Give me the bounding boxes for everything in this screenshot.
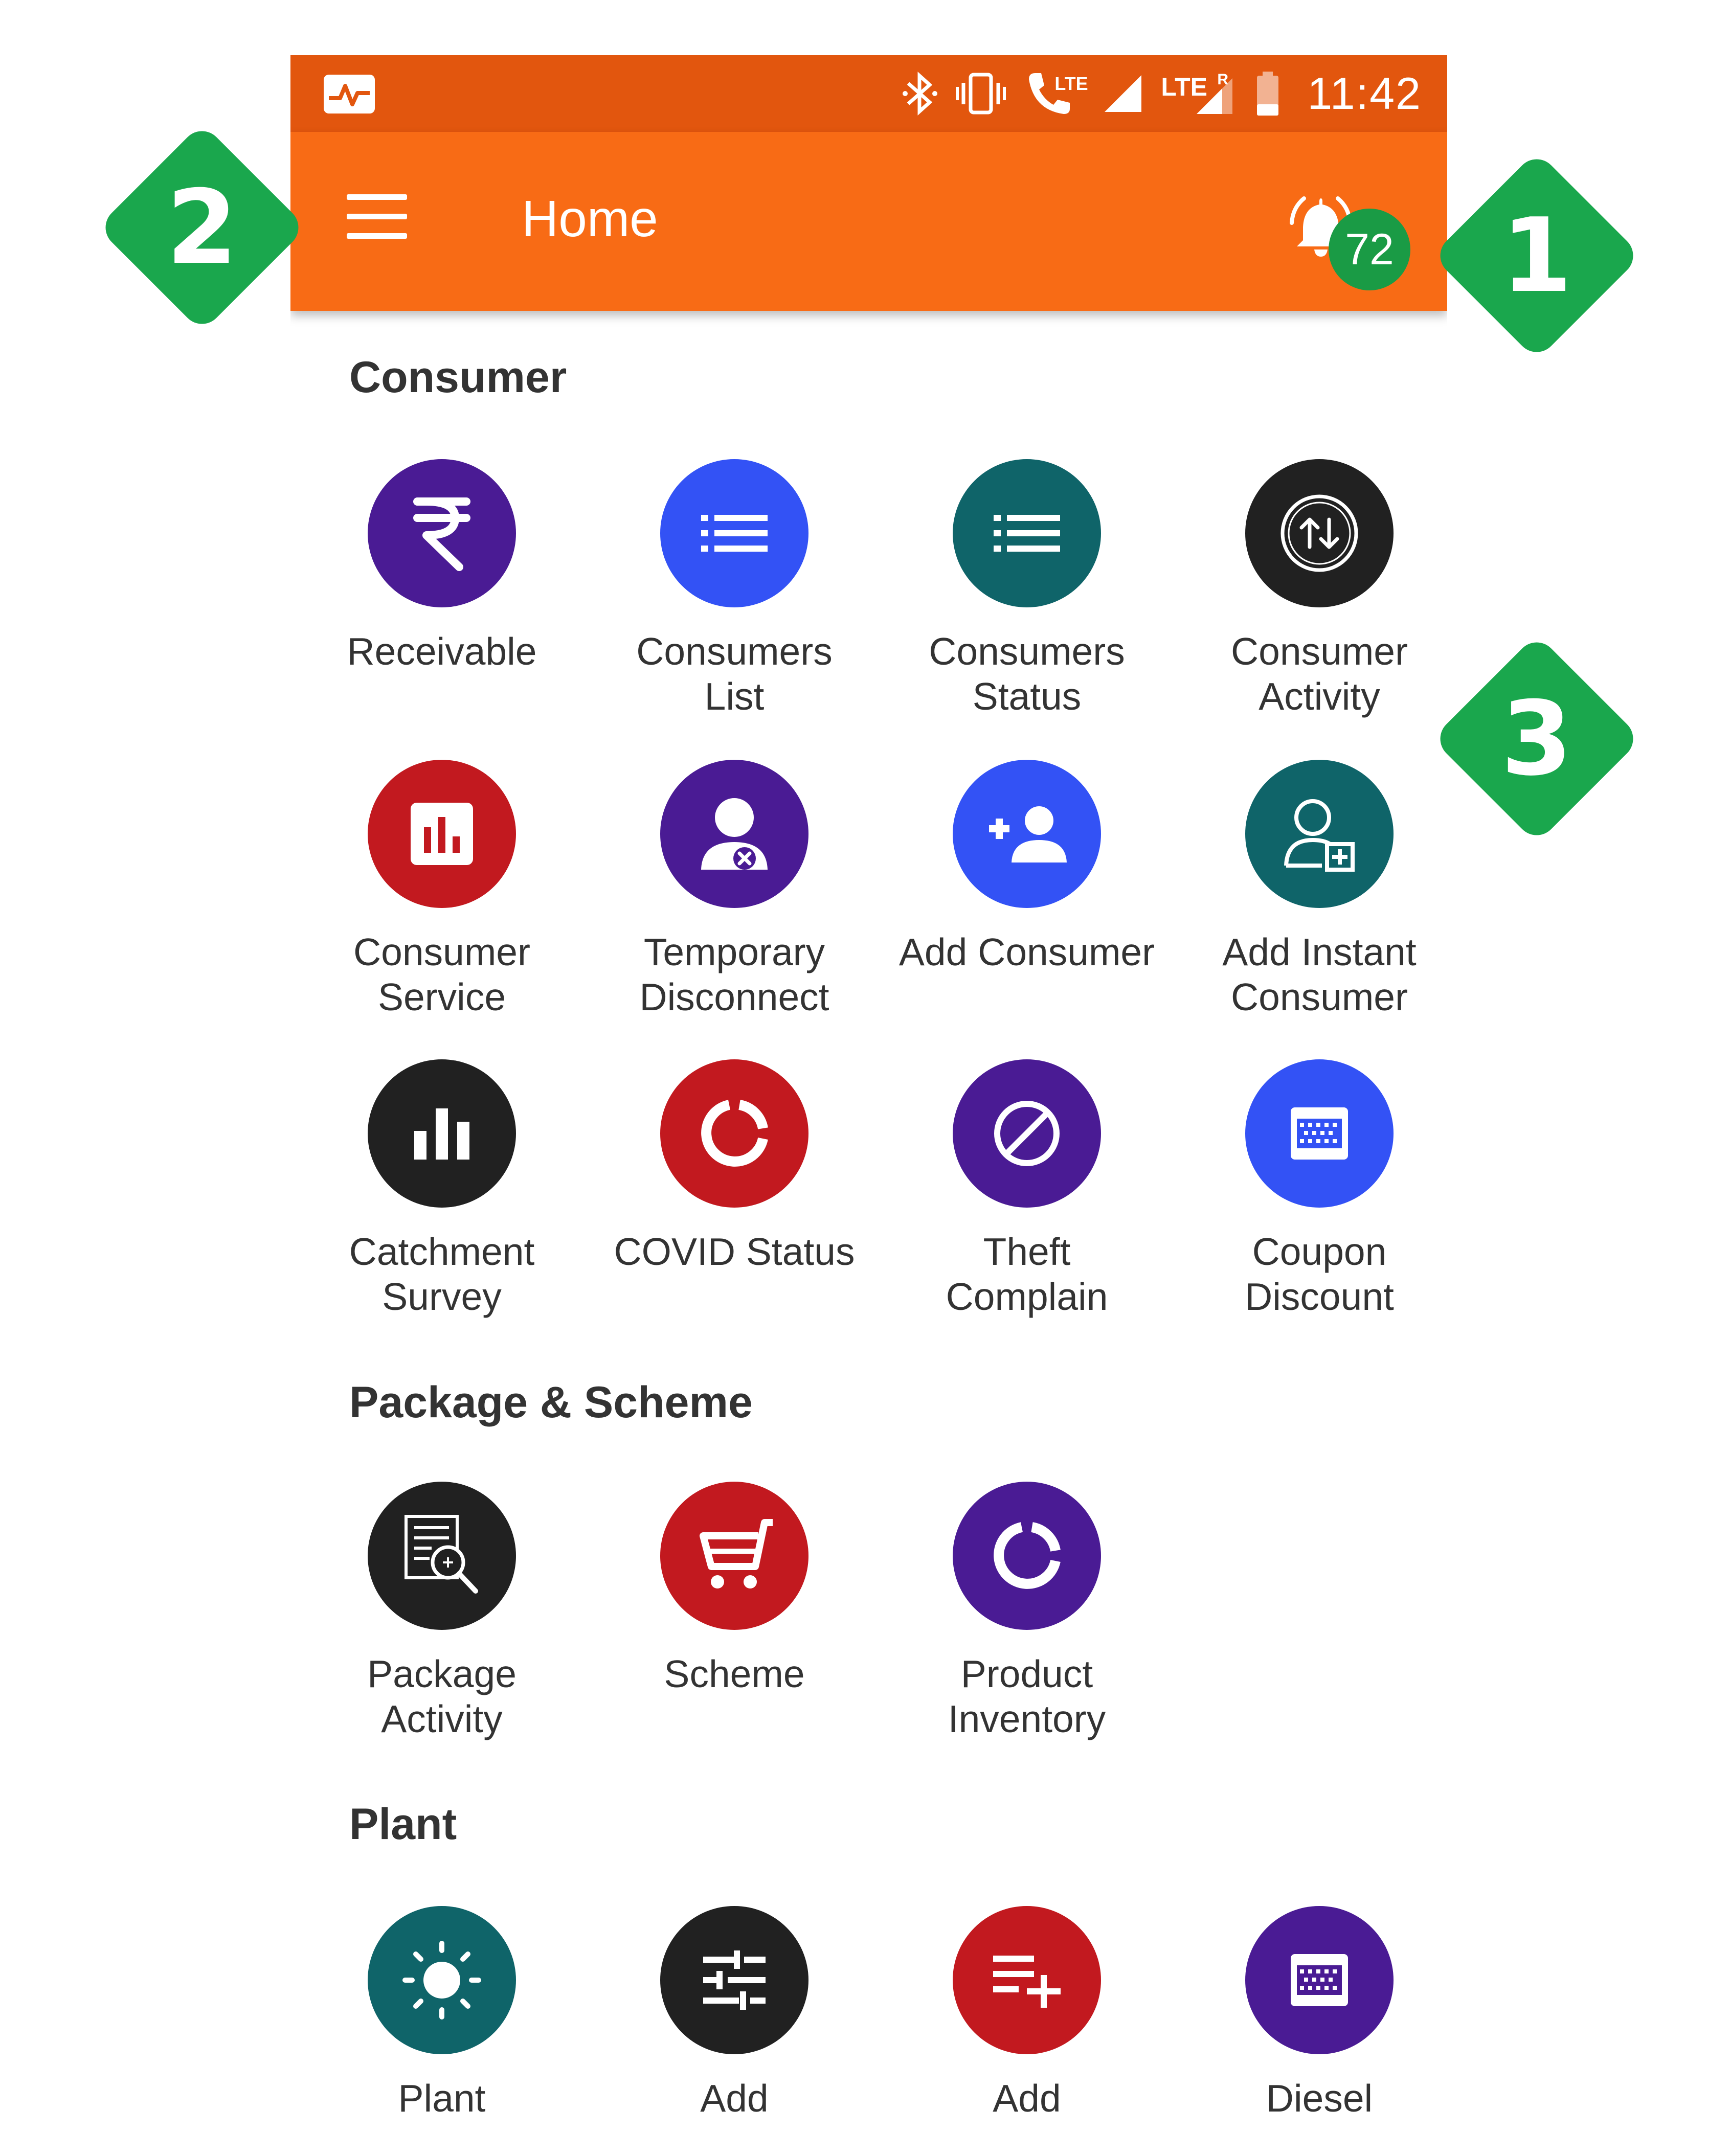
callout-number-2: 2 <box>166 168 238 287</box>
app-bar: Home 72 <box>290 132 1447 311</box>
coupon-icon <box>1245 1906 1394 2054</box>
tile-label: Add Instant Consumer <box>1222 931 1417 1018</box>
roaming-label: R <box>1217 71 1228 88</box>
tile-label: Theft Complain <box>946 1230 1108 1318</box>
playlist-add-icon <box>953 1906 1101 2054</box>
hamburger-menu-icon[interactable] <box>347 183 413 249</box>
section-title-package-scheme: Package & Scheme <box>349 1378 753 1427</box>
list-icon <box>660 459 808 607</box>
tile-label: Consumers List <box>636 630 833 718</box>
tile-temporary-disconnect[interactable]: Temporary Disconnect <box>588 760 881 1046</box>
donut-icon <box>660 1059 808 1208</box>
tile-label: Temporary Disconnect <box>639 931 829 1018</box>
add-user-icon <box>953 760 1101 908</box>
user-plus-outline-icon <box>1245 760 1394 908</box>
notification-badge[interactable]: 72 <box>1329 209 1410 290</box>
tile-label: Scheme <box>664 1652 805 1695</box>
tile-label: Package Activity <box>367 1652 516 1740</box>
tile-consumer-service[interactable]: Consumer Service <box>296 760 588 1046</box>
donut-icon <box>953 1482 1101 1630</box>
tile-consumer-activity[interactable]: Consumer Activity <box>1173 459 1447 745</box>
tile-label: Plant <box>398 2077 486 2120</box>
bar-chart-icon <box>368 1059 516 1208</box>
status-bar: LTE LTE R 11:42 <box>290 55 1447 132</box>
lte-signal-label: LTE <box>1161 73 1208 101</box>
tile-label: Consumer Service <box>353 931 530 1018</box>
sun-icon <box>368 1906 516 2054</box>
tile-add-settings[interactable]: Add <box>588 1906 881 2156</box>
tile-diesel[interactable]: Diesel <box>1173 1906 1447 2156</box>
tile-label: Consumer Activity <box>1231 630 1408 718</box>
document-search-icon <box>368 1482 516 1630</box>
tile-consumers-list[interactable]: Consumers List <box>588 459 881 745</box>
tile-label: Catchment Survey <box>349 1230 535 1318</box>
callout-number-3: 3 <box>1501 679 1572 799</box>
tile-plant[interactable]: Plant <box>296 1906 588 2156</box>
tile-label: Add <box>700 2077 769 2120</box>
tile-label: COVID Status <box>614 1230 855 1273</box>
sliders-icon <box>660 1906 808 2054</box>
swap-vertical-icon <box>1245 459 1394 607</box>
tile-label: Product Inventory <box>948 1652 1106 1740</box>
list-icon <box>953 459 1101 607</box>
user-remove-icon <box>660 760 808 908</box>
tile-label: Receivable <box>347 630 537 673</box>
tile-label: Coupon Discount <box>1245 1230 1394 1318</box>
page-title: Home <box>522 190 658 247</box>
coupon-icon <box>1245 1059 1394 1208</box>
lte-label: LTE <box>1054 73 1088 94</box>
rupee-icon <box>368 459 516 607</box>
tile-consumers-status[interactable]: Consumers Status <box>881 459 1173 745</box>
tile-product-inventory[interactable]: Product Inventory <box>881 1482 1173 1768</box>
signal-icon <box>1103 73 1143 114</box>
section-title-consumer: Consumer <box>349 353 567 402</box>
lte-signal-icon: LTE R <box>1161 68 1238 119</box>
callout-number-1: 1 <box>1501 196 1572 315</box>
tile-label: Consumers Status <box>929 630 1125 718</box>
tile-coupon-discount[interactable]: Coupon Discount <box>1173 1059 1447 1346</box>
battery-icon <box>1255 71 1280 117</box>
block-icon <box>953 1059 1101 1208</box>
tile-scheme[interactable]: Scheme <box>588 1482 881 1768</box>
tile-covid-status[interactable]: COVID Status <box>588 1059 881 1346</box>
vibrate-icon <box>955 71 1006 117</box>
tile-add-consumer[interactable]: Add Consumer <box>881 760 1173 1046</box>
tile-label: Diesel <box>1266 2077 1373 2120</box>
activity-icon <box>324 75 375 114</box>
volte-call-icon: LTE <box>1024 68 1088 119</box>
tile-catchment-survey[interactable]: Catchment Survey <box>296 1059 588 1346</box>
tile-theft-complain[interactable]: Theft Complain <box>881 1059 1173 1346</box>
clock-time: 11:42 <box>1307 68 1422 119</box>
tile-label: Add <box>993 2077 1061 2120</box>
chart-box-icon <box>368 760 516 908</box>
tile-label: Add Consumer <box>898 931 1155 973</box>
cart-icon <box>660 1482 808 1630</box>
tile-receivable[interactable]: Receivable <box>296 459 588 745</box>
tile-package-activity[interactable]: Package Activity <box>296 1482 588 1768</box>
bluetooth-icon <box>902 71 938 117</box>
tile-add-instant-consumer[interactable]: Add Instant Consumer <box>1173 760 1447 1046</box>
tile-add-list[interactable]: Add <box>881 1906 1173 2156</box>
section-title-plant: Plant <box>349 1800 457 1849</box>
phone-screen: LTE LTE R 11:42 Home 72 Consumer Receiva… <box>290 55 1447 2156</box>
